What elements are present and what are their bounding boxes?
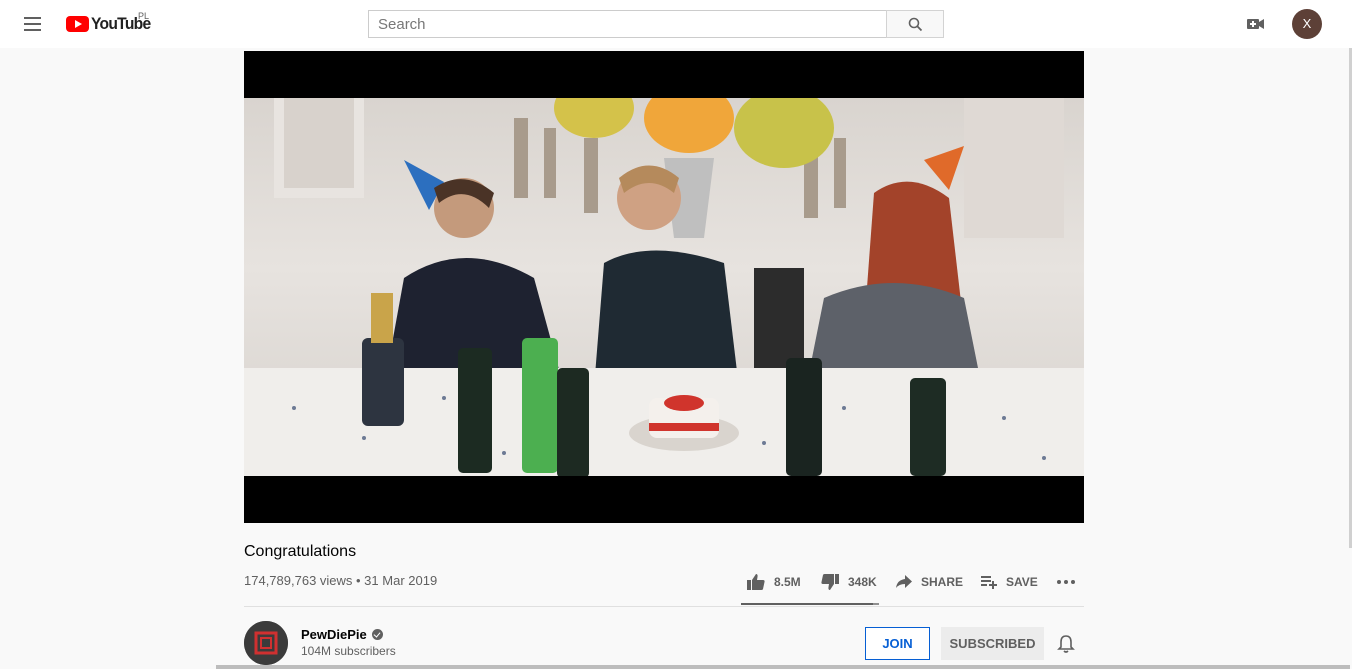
more-horizontal-icon <box>1057 580 1075 584</box>
share-label: SHARE <box>921 575 964 589</box>
channel-name-link[interactable]: PewDiePie <box>301 627 383 642</box>
add-to-playlist-icon <box>981 576 997 589</box>
logo-region: PL <box>138 11 150 21</box>
video-player[interactable] <box>244 51 1084 523</box>
like-count: 8.5M <box>774 575 801 589</box>
menu-icon[interactable] <box>16 12 48 36</box>
channel-avatar[interactable] <box>244 621 288 665</box>
save-label: SAVE <box>1006 575 1038 589</box>
sentiment-bar <box>741 603 879 605</box>
search-icon <box>908 17 923 32</box>
join-button[interactable]: JOIN <box>865 627 930 660</box>
search-input[interactable] <box>368 10 887 38</box>
video-frame <box>244 98 1084 476</box>
divider <box>244 606 1084 607</box>
subscriber-count: 104M subscribers <box>301 644 396 658</box>
youtube-logo[interactable]: YouTube PL <box>66 11 156 35</box>
thumbs-down-icon <box>821 574 839 590</box>
share-icon <box>896 575 912 588</box>
share-button[interactable]: SHARE <box>896 571 963 593</box>
channel-name: PewDiePie <box>301 627 367 642</box>
like-button[interactable]: 8.5M <box>747 571 801 593</box>
sentiment-bar-likes <box>741 603 874 605</box>
thumbs-up-icon <box>747 574 765 590</box>
video-thumbnail-image <box>244 98 1084 476</box>
view-count-date: 174,789,763 views • 31 Mar 2019 <box>244 573 438 588</box>
play-logo-icon <box>66 16 89 32</box>
dislike-button[interactable]: 348K <box>821 571 877 593</box>
channel-logo-icon <box>244 621 288 665</box>
create-video-icon[interactable] <box>1242 12 1268 36</box>
notification-bell-icon[interactable] <box>1056 634 1076 654</box>
save-button[interactable]: SAVE <box>981 571 1038 593</box>
verified-badge-icon <box>371 629 383 640</box>
more-actions-button[interactable] <box>1056 571 1085 593</box>
horizontal-scrollbar[interactable] <box>216 665 1350 669</box>
dislike-count: 348K <box>848 575 877 589</box>
masthead: YouTube PL X <box>0 0 1352 48</box>
account-avatar[interactable]: X <box>1292 9 1322 39</box>
subscribed-button[interactable]: SUBSCRIBED <box>941 627 1044 660</box>
video-title: Congratulations <box>244 543 357 560</box>
search-button[interactable] <box>886 10 944 38</box>
